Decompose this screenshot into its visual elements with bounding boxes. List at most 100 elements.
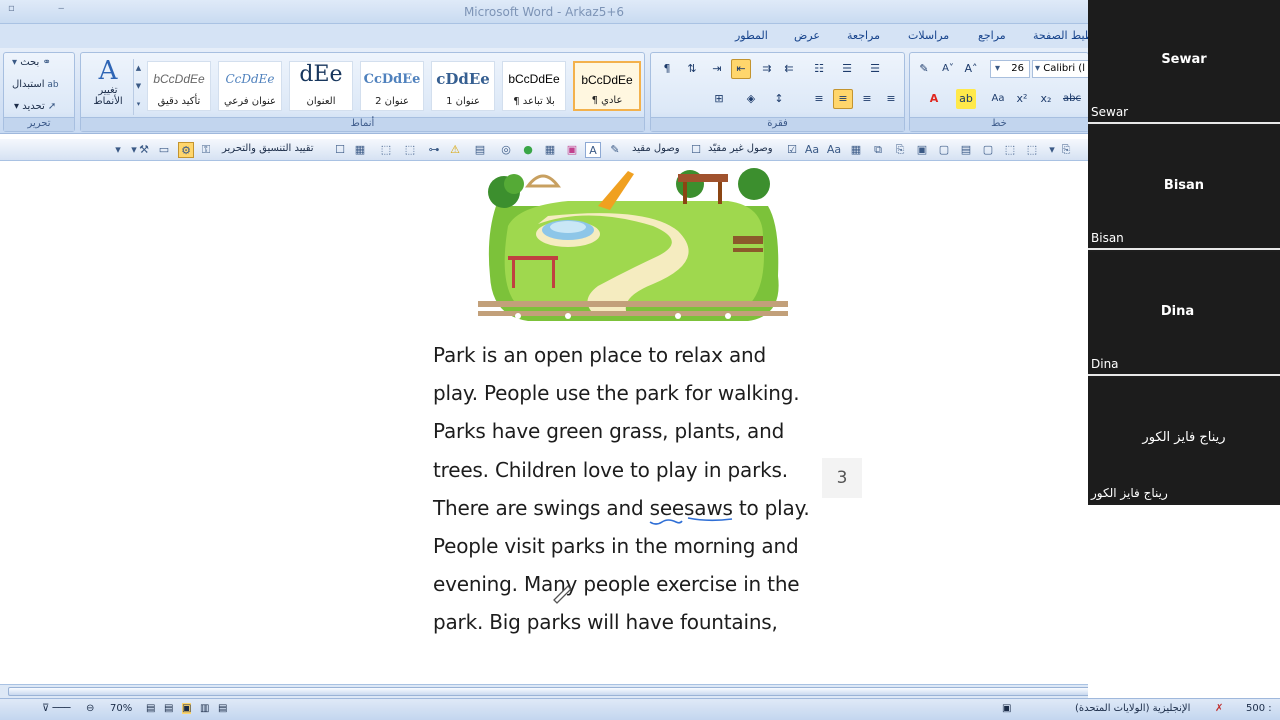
show-marks-icon[interactable]: ¶ xyxy=(657,59,677,79)
sort-icon[interactable]: ⇅ xyxy=(682,59,702,79)
participant-tile[interactable]: Bisan Bisan xyxy=(1088,126,1280,250)
bullets-icon[interactable]: ☰ xyxy=(865,59,885,79)
align-center-icon[interactable]: ≡ xyxy=(857,89,877,109)
tab-review[interactable]: مراجعة xyxy=(847,29,880,42)
group-icon[interactable]: ⬚ xyxy=(378,142,394,158)
font-name-select[interactable]: ▾ Calibri (ا xyxy=(1032,60,1088,78)
style-subtle-emphasis[interactable]: bCcDdEe تأكيد دقيق xyxy=(147,61,211,111)
protect-document-icon[interactable]: ⚙ xyxy=(178,142,194,158)
image-icon[interactable]: ▣ xyxy=(564,142,580,158)
toolbar-options-icon[interactable]: ▾ xyxy=(110,142,126,158)
tab-view[interactable]: عرض xyxy=(794,29,820,42)
document-area[interactable]: Park is an open place to relax and play.… xyxy=(0,162,1088,682)
justify-icon[interactable]: ≡ xyxy=(809,89,829,109)
style-normal[interactable]: bCcDdEe ¶ عادي xyxy=(573,61,641,111)
styles-scroll[interactable]: ▲ ▼ ▾ xyxy=(133,59,143,115)
frame-icon[interactable]: ▢ xyxy=(980,142,996,158)
view-reading-icon[interactable]: ▥ xyxy=(200,703,209,714)
image-icon[interactable]: ▣ xyxy=(914,142,930,158)
font-size-select[interactable]: ▾ 26 xyxy=(990,60,1030,78)
unrestricted-access-button[interactable]: وصول غير مقيّد xyxy=(708,143,773,154)
format-painter-icon[interactable]: ⎘ xyxy=(1058,142,1074,158)
table-icon[interactable]: ▦ xyxy=(848,142,864,158)
checkbox-icon[interactable]: ☐ xyxy=(688,142,704,158)
checkbox-icon[interactable]: ☐ xyxy=(332,142,348,158)
replace-button[interactable]: استبدال ab xyxy=(12,79,59,90)
multilevel-list-icon[interactable]: ☷ xyxy=(809,59,829,79)
restrict-formatting-button[interactable]: تقييد التنسيق والتحرير xyxy=(222,143,314,154)
style-subtitle[interactable]: CcDdEe عنوان فرعي xyxy=(218,61,282,111)
text-style-icon[interactable]: A xyxy=(585,142,601,158)
record-icon[interactable]: ◎ xyxy=(498,142,514,158)
zoom-level[interactable]: 70% xyxy=(110,703,132,714)
align-right-icon[interactable]: ≡ xyxy=(833,89,853,109)
building-block-icon[interactable]: ⬚ xyxy=(402,142,418,158)
change-case-icon[interactable]: Aa xyxy=(988,89,1008,109)
toggle-icon[interactable]: ⊶ xyxy=(426,142,442,158)
line-spacing-icon[interactable]: ↕ xyxy=(769,89,789,109)
calculator-icon[interactable]: ▦ xyxy=(542,142,558,158)
style-heading-2[interactable]: CcDdEe عنوان 2 xyxy=(360,61,424,111)
grow-font-icon[interactable]: A˄ xyxy=(961,59,981,79)
view-print-icon[interactable]: ▤ xyxy=(218,703,227,714)
strikethrough-icon[interactable]: abc xyxy=(1062,89,1082,109)
zoom-slider-icon[interactable]: ⊽ ─── xyxy=(42,703,71,714)
style-heading-1[interactable]: cDdEe عنوان 1 xyxy=(431,61,495,111)
word-count[interactable]: 500 : xyxy=(1246,703,1272,714)
change-styles-button[interactable]: A تغيير الأنماط xyxy=(85,57,131,115)
tab-developer[interactable]: المطور xyxy=(735,29,768,42)
proofing-icon[interactable]: ✗ xyxy=(1215,703,1223,714)
ltr-direction-icon[interactable]: ⇥ xyxy=(707,59,727,79)
zoom-out-button[interactable]: ⊖ xyxy=(86,703,94,714)
properties-icon[interactable]: ▭ xyxy=(156,142,172,158)
view-outline-icon[interactable]: ▤ xyxy=(164,703,173,714)
borders-icon[interactable]: ⊞ xyxy=(709,89,729,109)
checkmark-icon[interactable]: ☑ xyxy=(784,142,800,158)
warning-icon[interactable]: ⚠ xyxy=(447,142,463,158)
subscript-icon[interactable]: x₂ xyxy=(1036,89,1056,109)
language-indicator[interactable]: الإنجليزية (الولايات المتحدة) xyxy=(1075,703,1190,714)
view-draft-icon[interactable]: ▤ xyxy=(146,703,155,714)
tab-page-layout[interactable]: تخطيط الصفحة xyxy=(1033,29,1088,42)
clear-formatting-icon[interactable]: ✎ xyxy=(914,59,934,79)
copy-icon[interactable]: ⧉ xyxy=(870,142,886,158)
macro-icon[interactable]: ▤ xyxy=(472,142,488,158)
numbering-icon[interactable]: ☰ xyxy=(837,59,857,79)
align-left-icon[interactable]: ≡ xyxy=(881,89,901,109)
superscript-icon[interactable]: x² xyxy=(1012,89,1032,109)
decrease-indent-icon[interactable]: ⇇ xyxy=(779,59,799,79)
participant-tile[interactable]: Dina Dina xyxy=(1088,252,1280,376)
date-picker-icon[interactable]: ▦ xyxy=(352,142,368,158)
macro-record-icon[interactable]: ▣ xyxy=(1002,703,1011,714)
paste-icon[interactable]: ⎘ xyxy=(892,142,908,158)
horizontal-scrollbar[interactable] xyxy=(0,684,1088,698)
tab-mailings[interactable]: مراسلات xyxy=(908,29,949,42)
shrink-font-icon[interactable]: A˅ xyxy=(938,59,958,79)
view-web-icon[interactable]: ▣ xyxy=(182,703,192,714)
scrollbar-thumb[interactable] xyxy=(8,687,1088,696)
tab-references[interactable]: مراجع xyxy=(978,29,1006,42)
font-color-icon[interactable]: A xyxy=(924,89,944,109)
style-no-spacing[interactable]: bCcDdEe ¶ بلا تباعد xyxy=(502,61,566,111)
increase-indent-icon[interactable]: ⇉ xyxy=(757,59,777,79)
design-mode-icon[interactable]: ⚒ xyxy=(136,142,152,158)
select-objects-icon[interactable]: ⬚ xyxy=(1002,142,1018,158)
pen-icon[interactable]: ✎ xyxy=(607,142,623,158)
style-title[interactable]: dEe العنوان xyxy=(289,61,353,111)
change-case-icon[interactable]: Aa xyxy=(804,142,820,158)
document-body-text[interactable]: Park is an open place to relax and play.… xyxy=(433,336,853,642)
highlight-icon[interactable]: ab xyxy=(956,89,976,109)
participant-tile[interactable]: Sewar Sewar xyxy=(1088,0,1280,124)
refresh-icon[interactable]: ● xyxy=(520,142,536,158)
lock-icon[interactable]: ⚿ xyxy=(198,142,214,158)
shading-icon[interactable]: ◈ xyxy=(741,89,761,109)
window-icon[interactable]: ▢ xyxy=(936,142,952,158)
restricted-access-button[interactable]: وصول مقيد xyxy=(632,143,680,154)
shapes-icon[interactable]: ⬚ xyxy=(1024,142,1040,158)
find-button[interactable]: ▾ بحث ⚭ xyxy=(12,57,51,68)
select-button[interactable]: ▾ تحديد ➚ xyxy=(14,101,56,112)
layout-icon[interactable]: ▤ xyxy=(958,142,974,158)
change-case-icon[interactable]: Aa xyxy=(826,142,842,158)
participant-tile[interactable]: ريناج فايز الكور ريناج فايز الكور xyxy=(1088,378,1280,503)
rtl-direction-icon[interactable]: ⇤ xyxy=(731,59,751,79)
